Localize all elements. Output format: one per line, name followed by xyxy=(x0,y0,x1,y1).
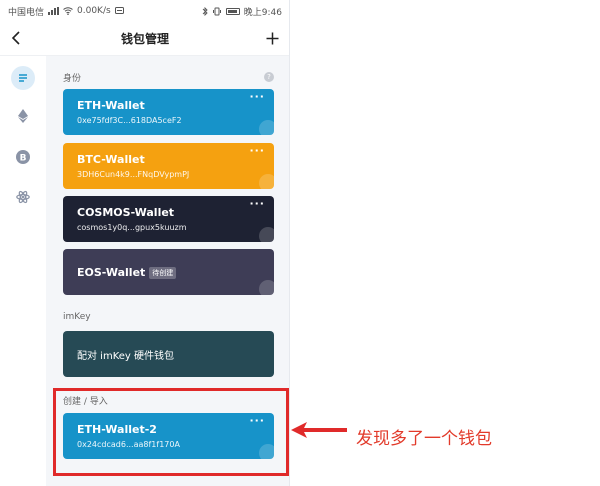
chain-sidebar: B xyxy=(0,56,46,486)
ethereum-watermark-icon xyxy=(259,120,274,135)
page-title: 钱包管理 xyxy=(120,32,169,46)
clock: 晚上9:46 xyxy=(243,7,282,18)
bitcoin-watermark-icon xyxy=(259,174,274,189)
cosmos-watermark-icon xyxy=(259,227,274,242)
battery-icon xyxy=(225,7,240,15)
back-button[interactable] xyxy=(6,28,26,48)
sidebar-item-ethereum[interactable] xyxy=(11,104,35,128)
wallet-address: cosmos1y0q...gpux5kuuzm xyxy=(77,223,187,232)
message-icon xyxy=(114,7,124,14)
bitcoin-icon: B xyxy=(16,150,30,164)
network-speed: 0.00K/s xyxy=(77,6,111,16)
status-bar: 中国电信 0.00K/s 晚上9:46 xyxy=(0,0,289,22)
annotation-text: 发现多了一个钱包 xyxy=(356,429,492,449)
annotation-arrow-icon xyxy=(291,422,347,438)
more-options-icon[interactable]: ··· xyxy=(249,90,265,103)
wallet-name: COSMOS-Wallet xyxy=(77,206,175,219)
wallet-name: EOS-Wallet 待创建 xyxy=(77,266,177,279)
section-identity: 身份 xyxy=(63,74,82,84)
sidebar-item-bitcoin[interactable]: B xyxy=(11,145,35,169)
ethereum-icon xyxy=(18,109,28,123)
sidebar-item-cosmos[interactable] xyxy=(11,185,35,209)
signal-icon xyxy=(48,7,60,15)
wallet-card-btc[interactable]: BTC-Wallet 3DH6Cun4k9...FNqDVypmPJ ··· xyxy=(63,143,274,189)
wallet-name: ETH-Wallet xyxy=(77,99,145,112)
carrier-label: 中国电信 xyxy=(8,7,45,18)
vibrate-icon xyxy=(212,7,221,15)
wifi-icon xyxy=(63,7,73,15)
pair-imkey-label: 配对 imKey 硬件钱包 xyxy=(77,351,175,362)
wallet-address: 0xe75fdf3C...618DA5ceF2 xyxy=(77,116,182,125)
bluetooth-icon xyxy=(202,6,208,16)
add-wallet-button[interactable] xyxy=(262,28,282,48)
help-icon[interactable]: ? xyxy=(264,72,274,82)
highlight-box xyxy=(53,388,289,476)
svg-text:B: B xyxy=(20,154,27,164)
wallet-name: BTC-Wallet xyxy=(77,153,145,166)
navigation-bar: 钱包管理 xyxy=(0,22,289,56)
wallet-address: 3DH6Cun4k9...FNqDVypmPJ xyxy=(77,170,190,179)
section-imkey: imKey xyxy=(63,312,91,322)
wallet-card-eth[interactable]: ETH-Wallet 0xe75fdf3C...618DA5ceF2 ··· xyxy=(63,89,274,135)
more-options-icon[interactable]: ··· xyxy=(249,197,265,210)
more-options-icon[interactable]: ··· xyxy=(249,144,265,157)
pending-badge: 待创建 xyxy=(149,267,177,279)
sidebar-item-identity[interactable] xyxy=(11,66,35,90)
plus-icon xyxy=(266,32,278,44)
eos-watermark-icon xyxy=(259,280,274,295)
wallet-name-text: EOS-Wallet xyxy=(77,266,146,279)
chevron-left-icon xyxy=(11,31,20,45)
cosmos-icon xyxy=(16,190,30,204)
identity-icon xyxy=(19,74,27,82)
pair-imkey-button[interactable]: 配对 imKey 硬件钱包 xyxy=(63,331,274,377)
wallet-card-cosmos[interactable]: COSMOS-Wallet cosmos1y0q...gpux5kuuzm ··… xyxy=(63,196,274,242)
wallet-card-eos[interactable]: EOS-Wallet 待创建 xyxy=(63,249,274,295)
